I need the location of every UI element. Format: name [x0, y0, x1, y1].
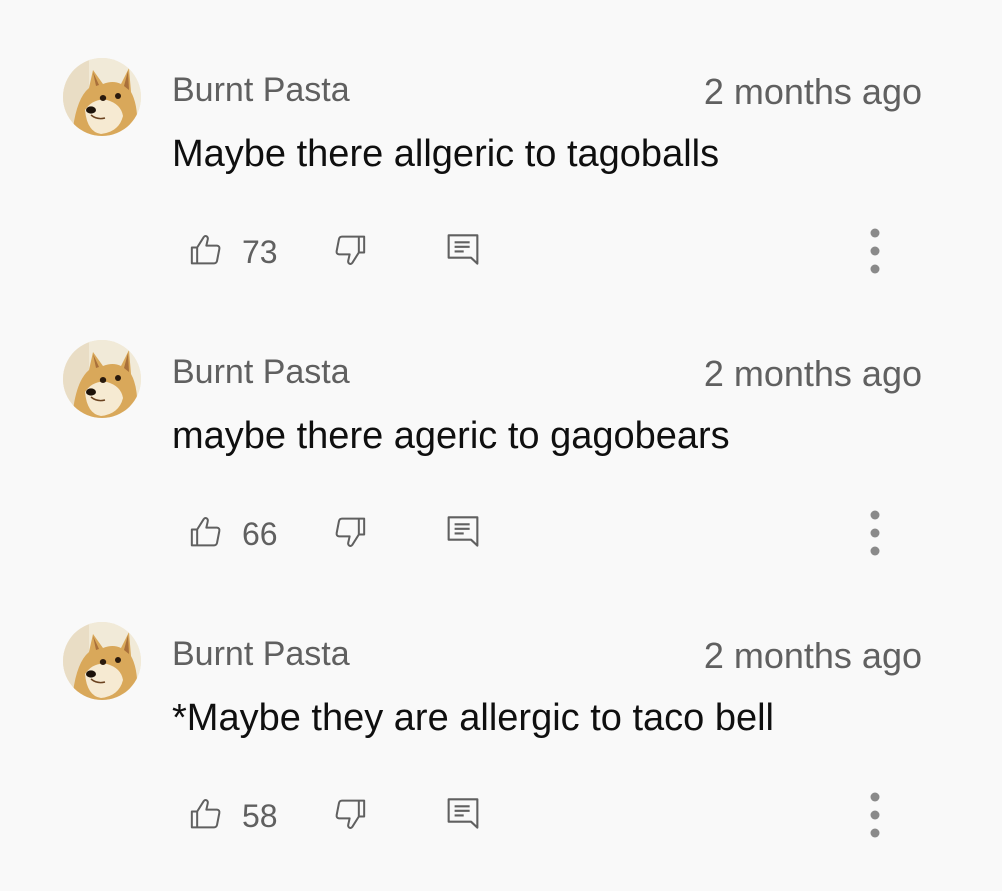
avatar[interactable] [63, 622, 141, 700]
comment-actions: 73 [0, 228, 1002, 276]
like-count: 73 [242, 234, 278, 270]
dislike-button[interactable] [328, 228, 372, 272]
more-actions-button[interactable] [853, 788, 897, 842]
more-actions-button[interactable] [853, 506, 897, 560]
like-count: 66 [242, 516, 278, 552]
thumbs-up-icon [190, 516, 221, 547]
thumbs-down-icon [335, 799, 366, 830]
like-button[interactable] [184, 792, 228, 836]
comment-item: Burnt Pasta 2 months ago maybe there age… [0, 282, 1002, 564]
comment-actions: 66 [0, 510, 1002, 558]
comment-timestamp: 2 months ago [703, 353, 922, 394]
comment-text: maybe there ageric to gagobears [172, 415, 730, 457]
comment-author[interactable]: Burnt Pasta [172, 634, 350, 674]
comment-text: Maybe there allgeric to tagoballs [172, 133, 720, 175]
like-count: 58 [242, 798, 278, 834]
like-button[interactable] [184, 510, 228, 554]
doge-avatar-icon [63, 622, 141, 700]
more-vertical-icon [870, 510, 880, 556]
avatar[interactable] [63, 340, 141, 418]
doge-avatar-icon [63, 58, 141, 136]
reply-button[interactable] [441, 228, 485, 272]
thumbs-down-icon [335, 517, 366, 548]
reply-button[interactable] [441, 510, 485, 554]
comment-text: *Maybe they are allergic to taco bell [172, 697, 774, 739]
dislike-button[interactable] [328, 510, 372, 554]
comment-timestamp: 2 months ago [703, 71, 922, 112]
thumbs-up-icon [190, 234, 221, 265]
reply-comment-icon [447, 516, 479, 547]
dislike-button[interactable] [328, 792, 372, 836]
more-actions-button[interactable] [853, 224, 897, 278]
comment-timestamp: 2 months ago [703, 635, 922, 676]
avatar[interactable] [63, 58, 141, 136]
comment-item: Burnt Pasta 2 months ago Maybe there all… [0, 0, 1002, 282]
more-vertical-icon [870, 792, 880, 838]
more-vertical-icon [870, 228, 880, 274]
reply-comment-icon [447, 798, 479, 829]
comment-author[interactable]: Burnt Pasta [172, 352, 350, 392]
comment-author[interactable]: Burnt Pasta [172, 70, 350, 110]
comment-actions: 58 [0, 792, 1002, 840]
doge-avatar-icon [63, 340, 141, 418]
thumbs-down-icon [335, 235, 366, 266]
thumbs-up-icon [190, 798, 221, 829]
comment-item: Burnt Pasta 2 months ago *Maybe they are… [0, 564, 1002, 846]
reply-comment-icon [447, 234, 479, 265]
reply-button[interactable] [441, 792, 485, 836]
like-button[interactable] [184, 228, 228, 272]
